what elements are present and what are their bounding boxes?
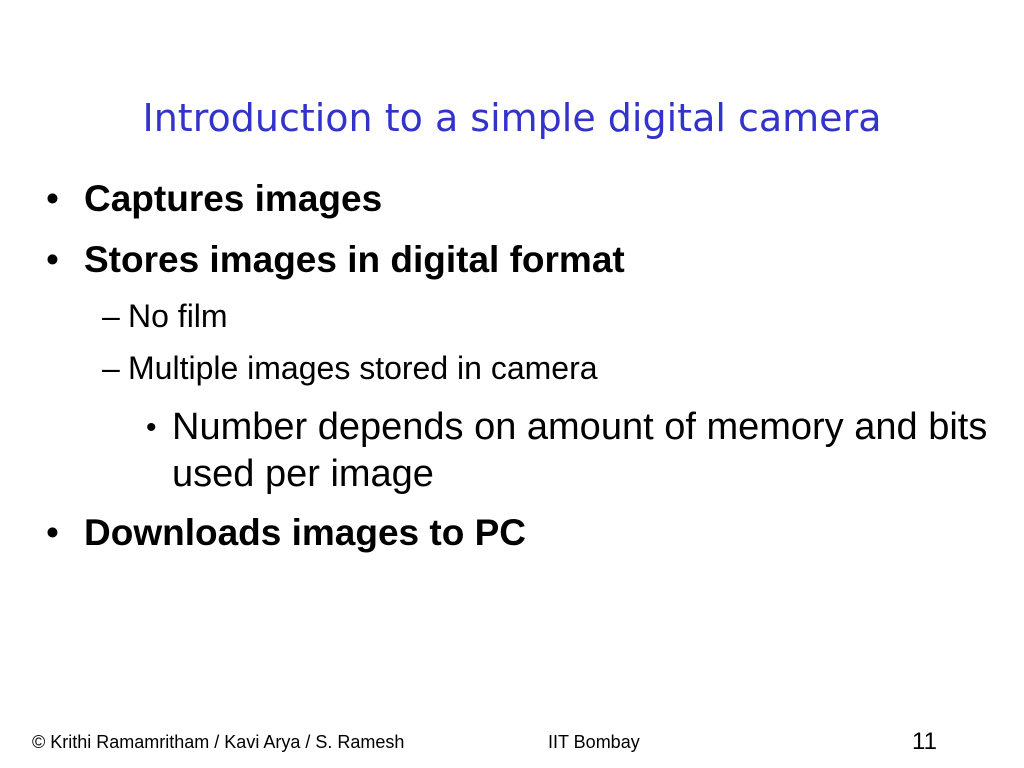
sub-sub-bullet-text: Number depends on amount of memory and b… <box>172 406 988 495</box>
bullet-item: • Stores images in digital format <box>46 239 625 281</box>
bullet-item: • Captures images <box>46 178 382 220</box>
dash-icon: – <box>102 298 120 334</box>
bullet-icon: • <box>46 178 59 219</box>
footer-authors: © Krithi Ramamritham / Kavi Arya / S. Ra… <box>32 732 405 752</box>
sub-bullet-text: No film <box>128 298 228 334</box>
sub-bullet-item: – Multiple images stored in camera <box>102 350 598 387</box>
sub-bullet-item: – No film <box>102 298 228 335</box>
bullet-text: Downloads images to PC <box>84 512 527 553</box>
slide-title: Introduction to a simple digital camera <box>142 96 882 140</box>
slide: Introduction to a simple digital camera … <box>0 0 1024 768</box>
bullet-icon: • <box>46 512 59 553</box>
page-number: 11 <box>912 728 937 755</box>
dash-icon: – <box>102 350 120 386</box>
bullet-item: • Downloads images to PC <box>46 512 526 554</box>
bullet-icon: • <box>146 411 157 444</box>
bullet-text: Stores images in digital format <box>84 239 625 280</box>
bullet-icon: • <box>46 239 59 280</box>
bullet-text: Captures images <box>84 178 383 219</box>
sub-sub-bullet-item: • Number depends on amount of memory and… <box>146 404 1006 498</box>
sub-bullet-text: Multiple images stored in camera <box>128 350 598 386</box>
footer-institution: IIT Bombay <box>548 732 640 752</box>
